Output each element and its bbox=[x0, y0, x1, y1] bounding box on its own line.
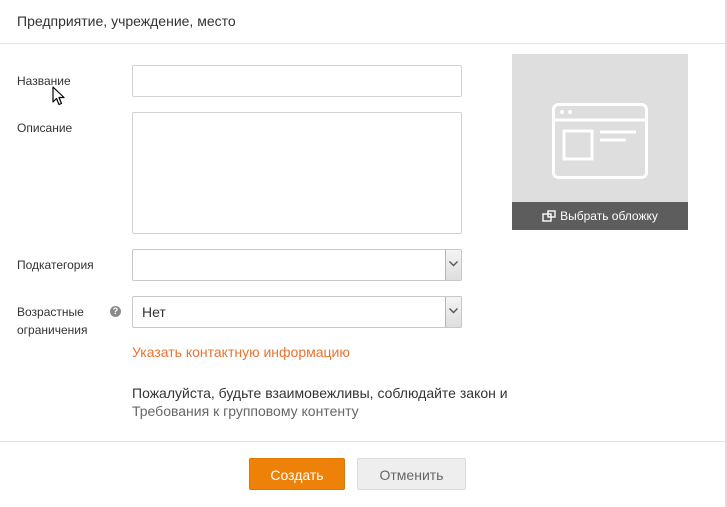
name-input[interactable] bbox=[133, 66, 461, 96]
mouse-cursor-icon bbox=[52, 86, 65, 106]
dialog-title: Предприятие, учреждение, место bbox=[17, 13, 236, 29]
policy-text: Пожалуйста, будьте взаимовежливы, соблюд… bbox=[132, 385, 508, 401]
chevron-down-icon[interactable] bbox=[445, 297, 461, 327]
cover-image-area[interactable]: Выбрать обложку bbox=[512, 54, 688, 230]
photo-upload-icon bbox=[542, 210, 556, 222]
create-place-dialog: Предприятие, учреждение, место Название … bbox=[0, 0, 727, 507]
dialog-footer: Создать Отменить bbox=[0, 441, 725, 507]
subcategory-select[interactable] bbox=[132, 249, 462, 281]
age-restrictions-label: Возрастные ограничения bbox=[17, 303, 107, 339]
description-label: Описание bbox=[17, 121, 73, 135]
contact-info-link[interactable]: Указать контактную информацию bbox=[132, 344, 350, 360]
age-restrictions-value: Нет bbox=[142, 304, 166, 320]
dialog-header: Предприятие, учреждение, место bbox=[0, 0, 725, 44]
help-icon[interactable]: ? bbox=[110, 306, 121, 317]
content-requirements-link[interactable]: Требования к групповому контенту bbox=[132, 403, 359, 419]
age-restrictions-select[interactable]: Нет bbox=[132, 296, 462, 328]
subcategory-label: Подкатегория bbox=[17, 258, 94, 272]
description-field-wrapper bbox=[132, 112, 462, 234]
choose-cover-button[interactable]: Выбрать обложку bbox=[512, 202, 688, 230]
window-placeholder-icon bbox=[552, 103, 648, 179]
age-restrictions-label-line1: Возрастные bbox=[17, 305, 84, 319]
description-textarea[interactable] bbox=[133, 113, 461, 233]
choose-cover-label: Выбрать обложку bbox=[560, 209, 658, 223]
cancel-button[interactable]: Отменить bbox=[357, 458, 466, 490]
name-field-wrapper bbox=[132, 65, 462, 97]
create-button[interactable]: Создать bbox=[249, 458, 345, 490]
chevron-down-icon[interactable] bbox=[445, 250, 461, 280]
age-restrictions-label-line2: ограничения bbox=[17, 323, 88, 337]
